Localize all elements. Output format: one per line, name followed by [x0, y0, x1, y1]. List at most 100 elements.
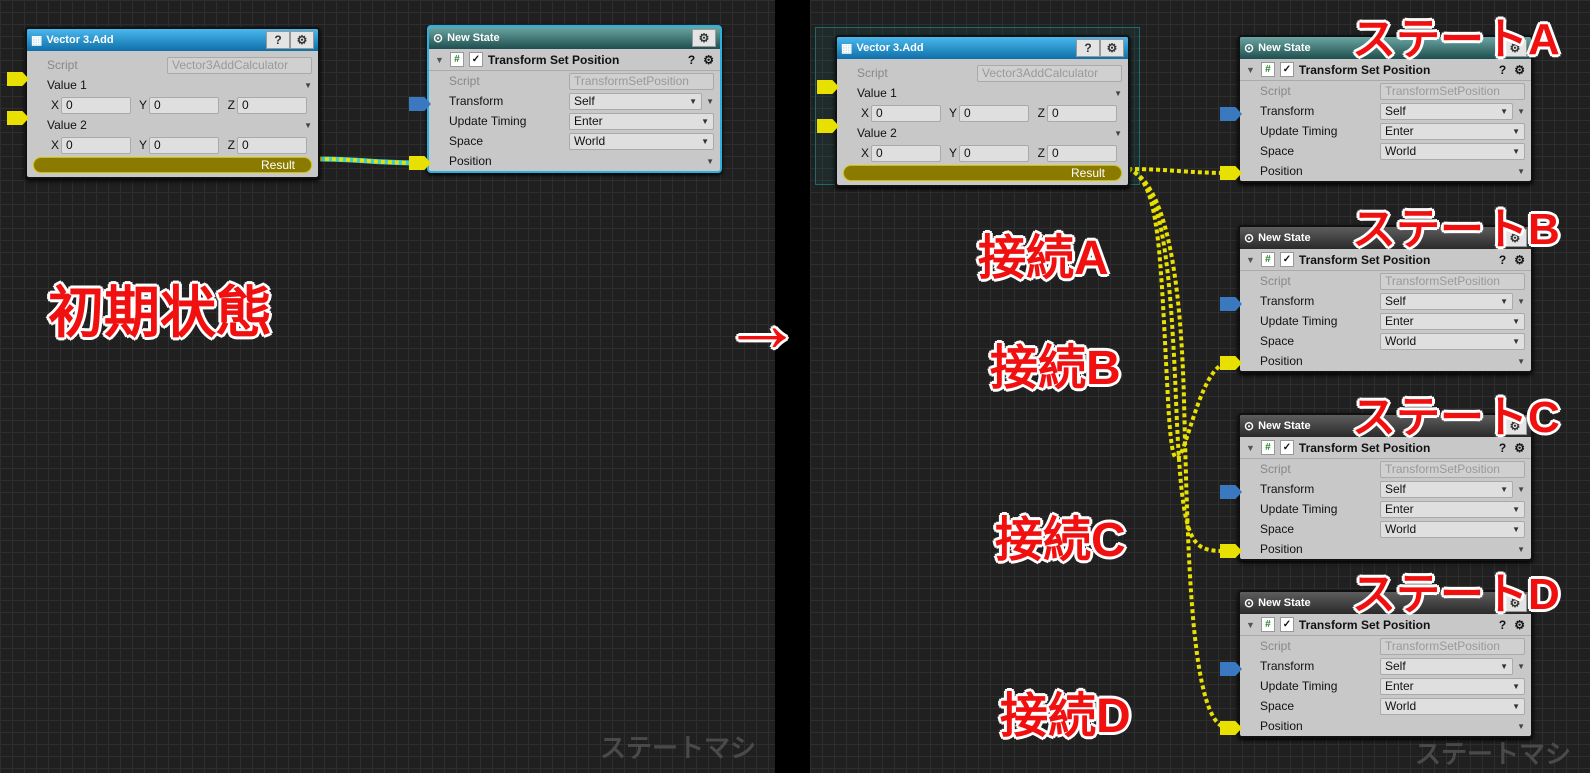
node-body: Script Vector3AddCalculator Value 1 ▼ X 0 Y 0 Z 0…	[837, 59, 1128, 181]
z-input[interactable]: 0	[1047, 144, 1117, 162]
result-output[interactable]: Result	[843, 165, 1122, 181]
foldout-icon[interactable]: ▼	[1246, 620, 1255, 630]
xyz-row: X0Y0Z0	[27, 95, 318, 115]
position-label: Position	[449, 154, 492, 168]
z-label: Z	[227, 98, 235, 112]
update-timing-dropdown[interactable]: Enter	[1380, 122, 1525, 140]
x-input[interactable]: 0	[61, 96, 131, 114]
script-field[interactable]: Vector3AddCalculator	[977, 64, 1122, 82]
expand-icon[interactable]: ▼	[304, 121, 312, 130]
y-label: Y	[138, 138, 147, 152]
connection-wire-c[interactable]	[1127, 167, 1229, 553]
connection-wire-d[interactable]	[1127, 167, 1229, 730]
help-icon[interactable]: ?	[688, 53, 695, 67]
transform-dropdown[interactable]: Self	[1380, 657, 1513, 675]
expand-icon[interactable]: ▼	[1517, 545, 1525, 554]
component-title: Transform Set Position	[487, 52, 620, 67]
connection-wire-b[interactable]	[1127, 167, 1229, 461]
update-timing-dropdown[interactable]: Enter	[1380, 500, 1525, 518]
foldout-icon[interactable]: ▼	[435, 55, 444, 65]
settings-button[interactable]: ⚙	[1100, 39, 1124, 57]
enabled-checkbox[interactable]: ✓	[1279, 617, 1294, 632]
script-field[interactable]: Vector3AddCalculator	[167, 56, 312, 74]
help-button[interactable]: ?	[266, 31, 290, 49]
result-output[interactable]: Result	[33, 157, 312, 173]
enabled-checkbox[interactable]: ✓	[468, 52, 483, 67]
transform-dropdown[interactable]: Self	[1380, 102, 1513, 120]
annotation-initial: 初期状態	[48, 281, 272, 344]
expand-icon[interactable]: ▼	[706, 97, 714, 106]
settings-button[interactable]: ⚙	[692, 29, 716, 47]
update-timing-dropdown[interactable]: Enter	[1380, 677, 1525, 695]
expand-icon[interactable]: ▼	[1517, 485, 1525, 494]
x-input[interactable]: 0	[871, 144, 941, 162]
enabled-checkbox[interactable]: ✓	[1279, 440, 1294, 455]
field-row: Space World	[1240, 141, 1531, 161]
position-row: Position ▼	[1240, 161, 1531, 181]
node-header[interactable]: ⊙ New State ⚙	[429, 27, 720, 49]
annotation-connection-d: 接続D	[1000, 690, 1131, 743]
z-label: Z	[1037, 146, 1045, 160]
y-input[interactable]: 0	[149, 136, 219, 154]
field-row: Script TransformSetPosition	[1240, 81, 1531, 101]
field-label: Update Timing	[1260, 502, 1338, 516]
expand-icon[interactable]: ▼	[1517, 167, 1525, 176]
script-field[interactable]: TransformSetPosition	[1380, 272, 1525, 290]
x-input[interactable]: 0	[61, 136, 131, 154]
state-icon: ⊙	[1244, 419, 1255, 433]
space-dropdown[interactable]: World	[1380, 332, 1525, 350]
annotation-arrow: →	[722, 279, 802, 368]
expand-icon[interactable]: ▼	[1517, 107, 1525, 116]
update-timing-dropdown[interactable]: Enter	[569, 112, 714, 130]
foldout-icon[interactable]: ▼	[1246, 255, 1255, 265]
space-dropdown[interactable]: World	[569, 132, 714, 150]
node-header[interactable]: ▦ Vector 3.Add? ⚙	[27, 29, 318, 51]
expand-icon[interactable]: ▼	[1517, 662, 1525, 671]
script-icon: #	[1260, 440, 1275, 455]
space-dropdown[interactable]: World	[1380, 520, 1525, 538]
connection-wire-a[interactable]	[1127, 167, 1229, 175]
script-field[interactable]: TransformSetPosition	[569, 72, 714, 90]
y-input[interactable]: 0	[149, 96, 219, 114]
enabled-checkbox[interactable]: ✓	[1279, 252, 1294, 267]
expand-icon[interactable]: ▼	[1517, 297, 1525, 306]
help-button[interactable]: ?	[1076, 39, 1100, 57]
foldout-icon[interactable]: ▼	[1246, 443, 1255, 453]
settings-button[interactable]: ⚙	[290, 31, 314, 49]
field-row: Space World	[1240, 331, 1531, 351]
field-label: Script	[1260, 462, 1291, 476]
state-node[interactable]: ⊙ New State ⚙ ▼ # ✓ Transform Set Position? ⚙ Sc…	[427, 25, 722, 173]
expand-icon[interactable]: ▼	[304, 81, 312, 90]
y-input[interactable]: 0	[959, 104, 1029, 122]
script-field[interactable]: TransformSetPosition	[1380, 82, 1525, 100]
node-header[interactable]: ▦ Vector 3.Add? ⚙	[837, 37, 1128, 59]
foldout-icon[interactable]: ▼	[1246, 65, 1255, 75]
script-field[interactable]: TransformSetPosition	[1380, 460, 1525, 478]
expand-icon[interactable]: ▼	[1114, 129, 1122, 138]
z-input[interactable]: 0	[237, 96, 307, 114]
z-input[interactable]: 0	[1047, 104, 1117, 122]
vector3-add-node[interactable]: ▦ Vector 3.Add? ⚙ Script Vector3AddCalculato…	[25, 27, 320, 179]
script-field[interactable]: TransformSetPosition	[1380, 637, 1525, 655]
x-input[interactable]: 0	[871, 104, 941, 122]
transform-dropdown[interactable]: Self	[1380, 292, 1513, 310]
value-row: Value 2 ▼	[837, 123, 1128, 143]
component-header[interactable]: ▼ # ✓ Transform Set Position? ⚙	[429, 49, 720, 71]
enabled-checkbox[interactable]: ✓	[1279, 62, 1294, 77]
calculator-icon: ▦	[841, 41, 853, 55]
space-dropdown[interactable]: World	[1380, 142, 1525, 160]
expand-icon[interactable]: ▼	[1114, 89, 1122, 98]
space-dropdown[interactable]: World	[1380, 697, 1525, 715]
vector3-add-node[interactable]: ▦ Vector 3.Add? ⚙ Script Vector3AddCalculato…	[835, 35, 1130, 187]
settings-icon[interactable]: ⚙	[703, 53, 714, 67]
expand-icon[interactable]: ▼	[706, 157, 714, 166]
expand-icon[interactable]: ▼	[1517, 357, 1525, 366]
expand-icon[interactable]: ▼	[1517, 722, 1525, 731]
transform-dropdown[interactable]: Self	[569, 92, 702, 110]
y-input[interactable]: 0	[959, 144, 1029, 162]
z-input[interactable]: 0	[237, 136, 307, 154]
connection-wire[interactable]	[317, 157, 419, 165]
transform-dropdown[interactable]: Self	[1380, 480, 1513, 498]
script-icon: #	[1260, 252, 1275, 267]
update-timing-dropdown[interactable]: Enter	[1380, 312, 1525, 330]
